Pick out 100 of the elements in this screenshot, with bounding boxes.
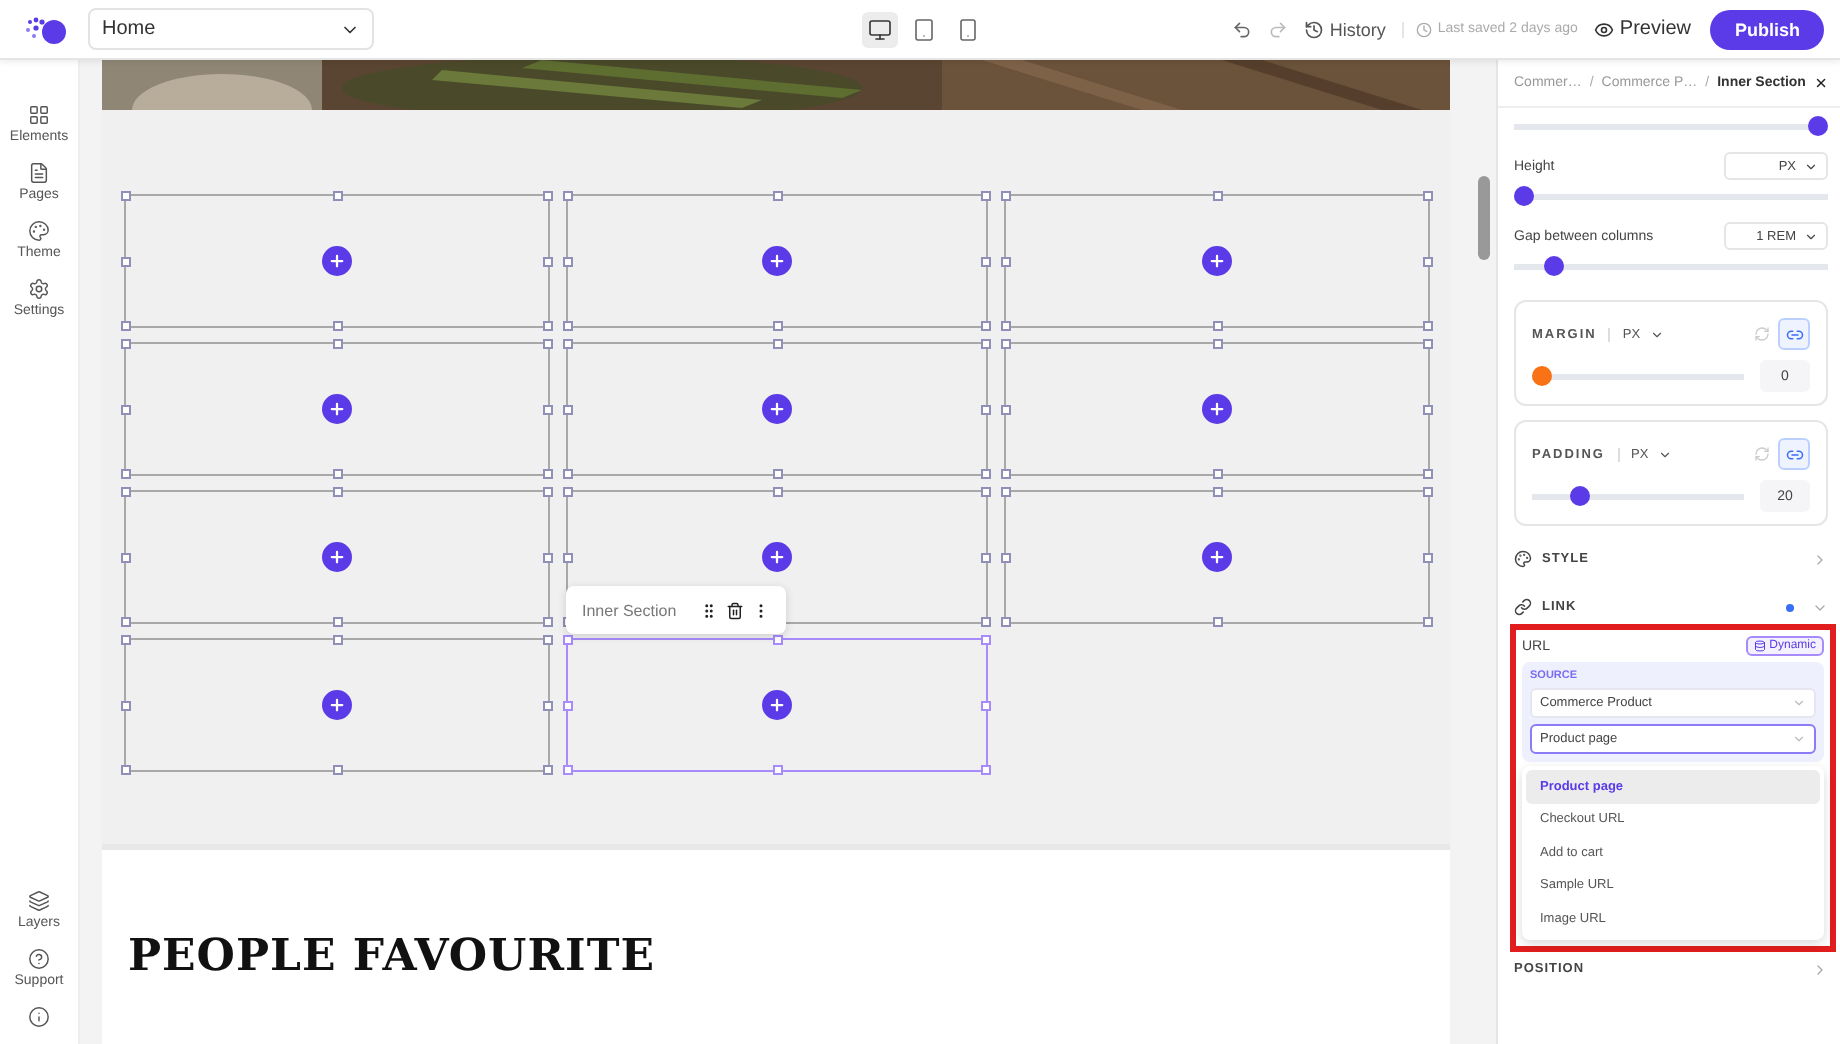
- layers-icon: [27, 890, 50, 912]
- resize-handle[interactable]: [1423, 552, 1433, 562]
- add-button[interactable]: [322, 542, 352, 572]
- chevron-right-icon: [1812, 551, 1828, 567]
- inner-section-cell[interactable]: [1004, 194, 1430, 328]
- palette-icon: [1514, 550, 1532, 568]
- inner-section-cell[interactable]: [566, 638, 988, 772]
- grid-icon: [28, 104, 50, 126]
- eye-icon: [1593, 19, 1614, 39]
- caret-icon: [1650, 327, 1665, 341]
- resize-handle[interactable]: [772, 191, 782, 201]
- caret-icon: [1792, 732, 1806, 746]
- resize-handle[interactable]: [1423, 404, 1433, 414]
- document-icon: [27, 162, 50, 184]
- resize-handle[interactable]: [1212, 191, 1222, 201]
- undo-icon: [1231, 19, 1252, 39]
- inner-section-cell[interactable]: [1004, 490, 1430, 624]
- scrollbar-thumb[interactable]: [1477, 176, 1489, 260]
- history-button[interactable]: History: [1303, 19, 1386, 39]
- add-button[interactable]: [322, 690, 352, 720]
- slider-thumb[interactable]: [1532, 366, 1552, 386]
- resize-handle[interactable]: [772, 635, 782, 645]
- add-button[interactable]: [1202, 394, 1232, 424]
- resize-handle[interactable]: [121, 191, 131, 201]
- resize-handle[interactable]: [1423, 617, 1433, 627]
- info-icon: [28, 1006, 50, 1028]
- add-button[interactable]: [1202, 246, 1232, 276]
- publish-button[interactable]: Publish: [1710, 9, 1824, 49]
- slider-thumb[interactable]: [1514, 186, 1534, 206]
- plus-icon: [328, 252, 346, 270]
- resize-handle[interactable]: [121, 765, 131, 775]
- reset-icon[interactable]: [1754, 446, 1770, 462]
- plus-icon: [768, 400, 786, 418]
- inner-section-cell[interactable]: [566, 342, 988, 476]
- phone-icon: [956, 17, 980, 41]
- resize-handle[interactable]: [332, 191, 342, 201]
- plus-icon: [1208, 252, 1226, 270]
- redo-icon: [1267, 19, 1288, 39]
- add-button[interactable]: [322, 394, 352, 424]
- resize-handle[interactable]: [1423, 256, 1433, 266]
- slider-thumb[interactable]: [1570, 486, 1591, 506]
- add-button[interactable]: [322, 246, 352, 276]
- caret-icon: [1804, 159, 1818, 173]
- resize-handle[interactable]: [1423, 191, 1433, 201]
- caret-icon: [1792, 696, 1806, 710]
- resize-handle[interactable]: [1212, 617, 1222, 627]
- section-heading: PEOPLE FAVOURITE: [128, 930, 657, 982]
- link-icon: [1785, 325, 1803, 343]
- resize-handle[interactable]: [981, 700, 991, 710]
- link-values-button[interactable]: [1778, 318, 1810, 350]
- plus-icon: [328, 696, 346, 714]
- undo-button[interactable]: [1231, 19, 1252, 39]
- slider-thumb[interactable]: [1543, 256, 1564, 276]
- history-icon: [1303, 19, 1324, 39]
- delete-icon[interactable]: [726, 601, 744, 619]
- resize-handle[interactable]: [332, 765, 342, 775]
- inner-section-cell[interactable]: [124, 194, 550, 328]
- database-icon: [1753, 640, 1766, 652]
- clock-icon: [1415, 21, 1432, 37]
- resize-handle[interactable]: [772, 765, 782, 775]
- resize-handle[interactable]: [981, 765, 991, 775]
- resize-handle[interactable]: [121, 404, 131, 414]
- add-button[interactable]: [762, 394, 792, 424]
- help-icon: [28, 948, 50, 970]
- slider-thumb[interactable]: [1808, 116, 1828, 136]
- plus-icon: [1208, 548, 1226, 566]
- desktop-view-button[interactable]: [862, 11, 898, 47]
- plus-icon: [1208, 400, 1226, 418]
- caret-icon: [1658, 447, 1673, 461]
- reset-icon[interactable]: [1754, 326, 1770, 342]
- plus-icon: [768, 252, 786, 270]
- link-icon: [1514, 598, 1532, 616]
- inner-section-cell[interactable]: [124, 342, 550, 476]
- chevron-right-icon: [1812, 961, 1828, 977]
- plus-icon: [328, 548, 346, 566]
- preview-button[interactable]: Preview: [1593, 18, 1691, 40]
- inner-section-cell[interactable]: [124, 490, 550, 624]
- tablet-icon: [912, 17, 936, 41]
- inner-section-cell[interactable]: [124, 638, 550, 772]
- plus-icon: [768, 696, 786, 714]
- add-button[interactable]: [762, 542, 792, 572]
- drag-handle-icon[interactable]: [700, 601, 718, 619]
- sidebar-item[interactable]: [28, 1006, 50, 1028]
- caret-icon: [1804, 229, 1818, 243]
- resize-handle[interactable]: [121, 256, 131, 266]
- redo-button[interactable]: [1267, 19, 1288, 39]
- inner-section-cell[interactable]: [566, 194, 988, 328]
- plus-icon: [768, 548, 786, 566]
- link-values-button[interactable]: [1778, 438, 1810, 470]
- page-select[interactable]: Home: [88, 8, 374, 50]
- inner-section-cell[interactable]: [1004, 342, 1430, 476]
- resize-handle[interactable]: [121, 700, 131, 710]
- add-button[interactable]: [762, 246, 792, 276]
- add-button[interactable]: [1202, 542, 1232, 572]
- monitor-icon: [868, 17, 892, 41]
- toolbar-label: Inner Section: [582, 601, 677, 619]
- resize-handle[interactable]: [121, 552, 131, 562]
- palette-icon: [27, 220, 50, 242]
- add-button[interactable]: [762, 690, 792, 720]
- close-icon[interactable]: [1813, 74, 1828, 92]
